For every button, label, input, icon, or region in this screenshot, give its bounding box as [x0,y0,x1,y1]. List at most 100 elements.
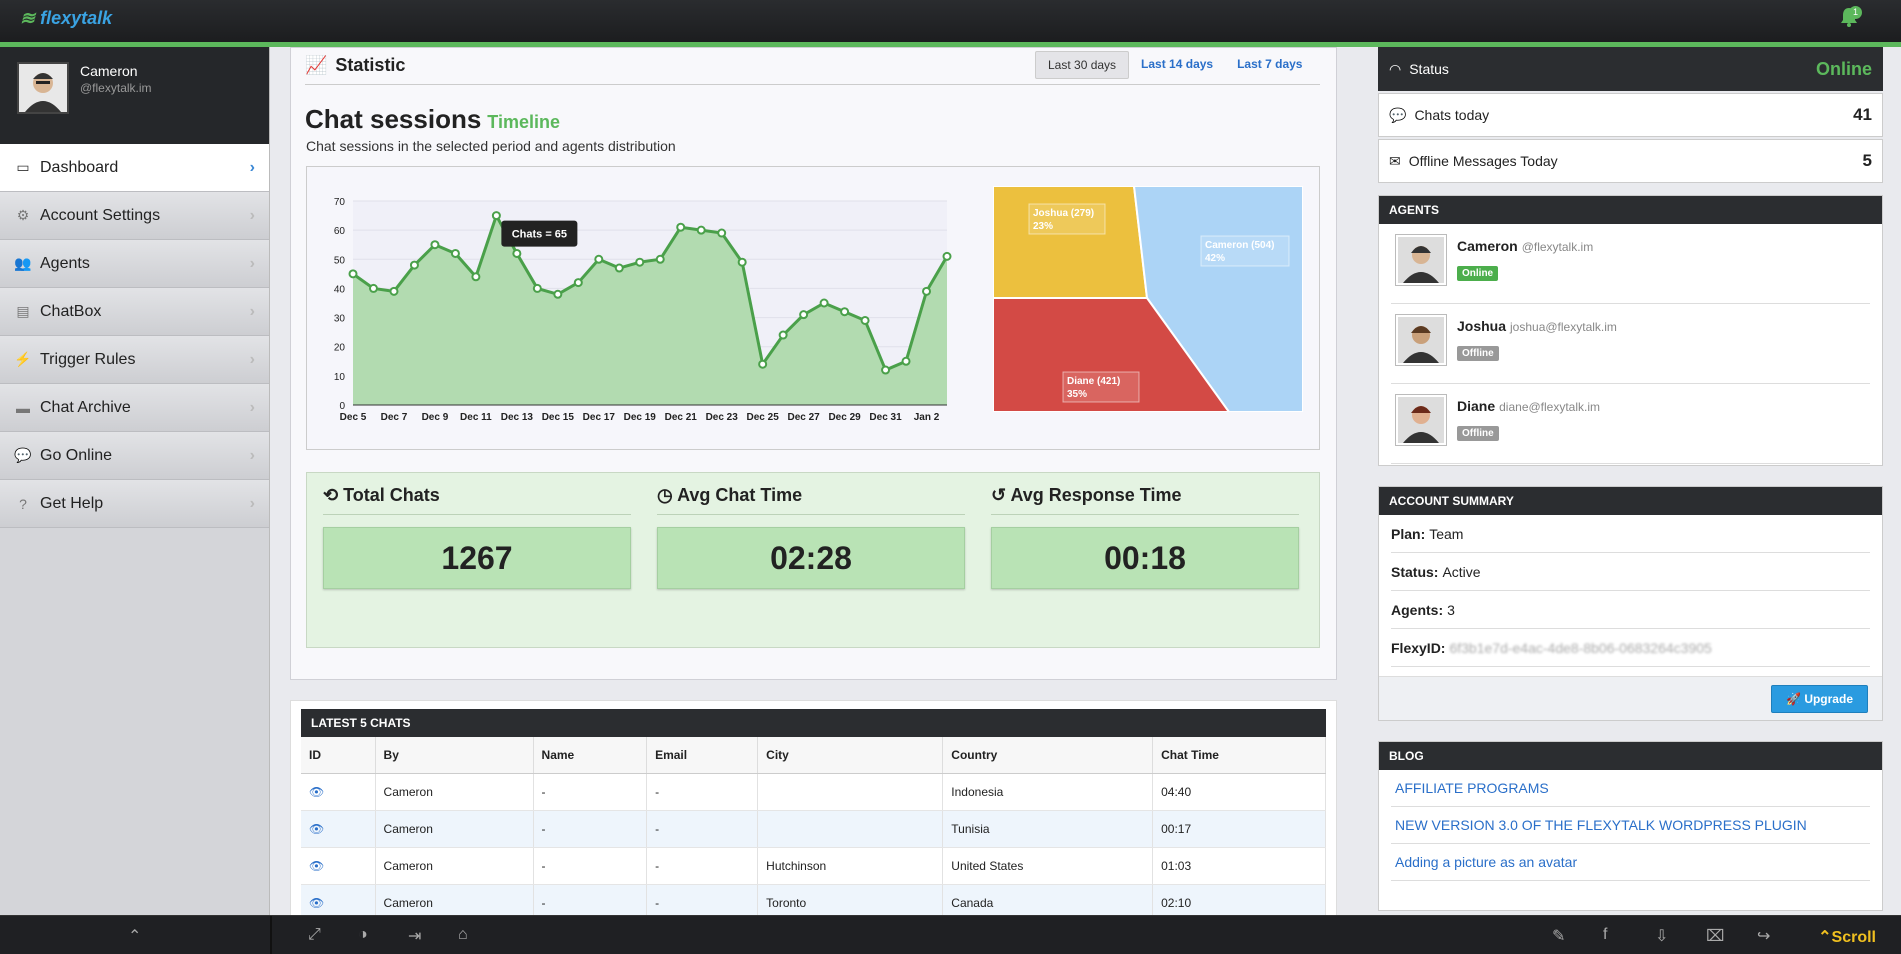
data-point[interactable] [840,307,850,317]
sidebar-item-chatbox[interactable]: ▤ ChatBox › [0,288,269,336]
avatar[interactable] [1395,394,1447,446]
data-point[interactable] [512,248,522,258]
table-cell [757,773,944,811]
data-point[interactable] [758,359,768,369]
agents-header: AGENTS [1379,196,1882,224]
blog-link[interactable]: NEW VERSION 3.0 OF THE FLEXYTALK WORDPRE… [1391,807,1870,844]
blog-link[interactable]: Adding a picture as an avatar [1391,844,1870,881]
collapse-up-icon[interactable]: ⌃ [128,926,141,946]
chevron-right-icon: › [249,255,255,272]
y-tick-label: 10 [334,372,346,383]
bolt-icon: ⚡ [14,351,32,367]
eye-icon[interactable]: 👁 [309,896,324,910]
data-point[interactable] [450,248,460,258]
data-point[interactable] [737,257,747,267]
facebook-icon[interactable]: f [1603,926,1607,944]
account-summary-box: ACCOUNT SUMMARY Plan: Team Status: Active Ag… [1378,486,1883,721]
sidebar-item-dashboard[interactable]: ▭ Dashboard › [0,144,269,192]
tab-last-7-days[interactable]: Last 7 days [1225,51,1314,79]
agents-pie-chart[interactable]: Joshua (279) 23% Cameron (504) 42% Diane (42… [993,186,1303,412]
data-point[interactable] [389,286,399,296]
data-point[interactable] [655,254,665,264]
eye-icon[interactable]: 👁 [309,859,324,873]
avatar[interactable] [17,62,69,114]
data-point[interactable] [614,263,624,273]
tab-last-14-days[interactable]: Last 14 days [1129,51,1225,79]
upgrade-button[interactable]: 🚀 Upgrade [1771,685,1868,713]
sidebar-item-trigger-rules[interactable]: ⚡ Trigger Rules › [0,336,269,384]
table-cell: - [533,810,648,848]
download-icon[interactable]: ⇩ [1655,926,1668,946]
data-point[interactable] [409,260,419,270]
data-point[interactable] [942,251,952,261]
chart-container: 0 10 20 30 40 50 60 70 Dec 5 Dec 7 Dec 9 Dec 11 Dec … [306,166,1320,450]
data-point[interactable] [573,278,583,288]
data-point[interactable] [635,257,645,267]
column-header: Chat Time [1152,737,1326,774]
account-row: FlexyID: 6f3b1e7d-e4ac-4de8-8b06-0683264c… [1391,629,1870,667]
avatar[interactable] [1395,234,1447,286]
agent-name: Joshua [1457,318,1507,334]
pie-percent: 42% [1205,253,1225,264]
avatar[interactable] [1395,314,1447,366]
eye-icon[interactable]: 👁 [309,822,324,836]
data-point[interactable] [922,286,932,296]
table-cell: 00:17 [1152,810,1326,848]
table-row: 👁 Cameron - - Indonesia 04:40 [301,773,1326,811]
home-icon[interactable]: ⌂ [458,926,468,944]
timeline-chart[interactable]: 0 10 20 30 40 50 60 70 Dec 5 Dec 7 Dec 9 Dec 11 Dec … [317,177,997,437]
table-cell: 04:40 [1152,773,1326,811]
fullscreen-icon[interactable]: ⤢ [308,926,321,944]
data-point[interactable] [676,222,686,232]
sidebar-item-chat-archive[interactable]: ▬ Chat Archive › [0,384,269,432]
pie-slice-joshua[interactable] [993,186,1149,299]
data-point[interactable] [799,310,809,320]
data-point[interactable] [778,330,788,340]
pie-percent: 35% [1067,389,1087,400]
data-point[interactable] [491,211,501,221]
sidebar-item-agents[interactable]: 👥 Agents › [0,240,269,288]
sidebar-item-go-online[interactable]: 💬 Go Online › [0,432,269,480]
chart-sessions-subtitle: Chat sessions in the selected period and… [306,138,676,154]
data-point[interactable] [901,356,911,366]
blog-link[interactable]: AFFILIATE PROGRAMS [1391,770,1870,807]
chats-icon: ⟲ [323,485,339,505]
chats-today-value: 41 [1853,105,1872,124]
sidebar-item-account-settings[interactable]: ⚙ Account Settings › [0,192,269,240]
data-point[interactable] [348,269,358,279]
data-point[interactable] [594,254,604,264]
status-bar: ◠ Status Online [1378,47,1883,91]
data-point[interactable] [471,272,481,282]
magic-wand-icon[interactable]: ✎ [1552,926,1565,946]
chevron-right-icon: › [249,399,255,416]
column-header: By [375,737,534,774]
data-point[interactable] [717,228,727,238]
tab-last-30-days[interactable]: Last 30 days [1035,51,1130,79]
data-point[interactable] [430,240,440,250]
table-cell: - [533,847,648,885]
notification-bell[interactable]: 1 [1840,6,1862,30]
agent-status-badge: Online [1457,266,1499,281]
sidebar-item-label: ChatBox [40,302,102,320]
chevron-right-icon: › [249,159,255,176]
data-point[interactable] [532,283,542,293]
login-icon[interactable]: ⇥ [408,926,421,946]
eye-icon[interactable]: 👁 [309,785,324,799]
data-point[interactable] [696,225,706,235]
ticket-icon[interactable]: ⌧ [1706,926,1724,946]
monitor-icon: ▭ [16,159,30,175]
data-point[interactable] [368,283,378,293]
data-point[interactable] [881,365,891,375]
flexytalk-logo[interactable]: ≋ flexytalk [20,8,112,29]
sidebar-item-get-help[interactable]: ? Get Help › [0,480,269,528]
data-point[interactable] [553,289,563,299]
sidebar-item-label: Get Help [40,494,104,512]
agent-item: Diane diane@flexytalk.im Offline [1391,384,1870,464]
palette-icon[interactable]: ◑ [358,926,368,944]
scroll-button[interactable]: ⌃Scroll [1818,927,1876,947]
data-point[interactable] [819,298,829,308]
logout-icon[interactable]: ↪ [1757,926,1770,946]
column-header: ID [301,737,376,774]
data-point[interactable] [860,315,870,325]
status-value[interactable]: Online [1816,59,1872,80]
